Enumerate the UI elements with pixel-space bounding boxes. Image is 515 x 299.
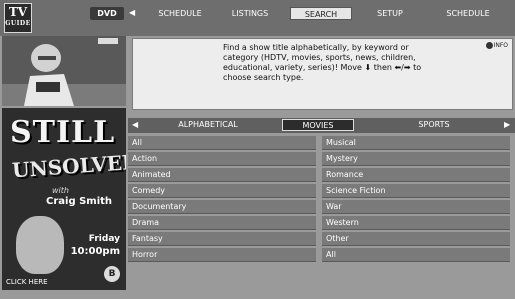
tab-schedule-2[interactable]: SCHEDULE (440, 7, 496, 20)
nav-left-arrow-icon[interactable]: ◀ (129, 8, 135, 17)
tab-search[interactable]: SEARCH (290, 7, 352, 20)
tab-listings[interactable]: LISTINGS (224, 7, 276, 20)
genre-item[interactable]: War (322, 200, 510, 214)
genre-item[interactable]: Action (128, 152, 316, 166)
logo-line-1: TV (8, 5, 28, 19)
genre-item[interactable]: Romance (322, 168, 510, 182)
tab-schedule[interactable]: SCHEDULE (152, 7, 208, 20)
genre-item[interactable]: All (322, 248, 510, 262)
genre-item[interactable]: Drama (128, 216, 316, 230)
category-left-arrow-icon[interactable]: ◀ (132, 120, 138, 129)
promo-title-line-1: STILL (10, 115, 116, 150)
top-navigation-bar: TV GUIDE DVD ◀ SCHEDULE LISTINGS SEARCH … (0, 0, 515, 36)
genre-item[interactable]: Horror (128, 248, 316, 262)
tv-guide-logo: TV GUIDE (4, 3, 32, 33)
promo-host-name: Craig Smith (46, 196, 113, 207)
genre-grid: All Action Animated Comedy Documentary D… (128, 136, 515, 296)
search-info-panel: Find a show title alphabetically, by key… (132, 38, 513, 110)
tab-movies[interactable]: MOVIES (282, 119, 354, 131)
promo-ad-still-unsolved[interactable]: STILL UNSOLVED with Craig Smith Friday 1… (2, 108, 126, 290)
football-player-image (2, 36, 126, 106)
genre-item[interactable]: Musical (322, 136, 510, 150)
category-right-arrow-icon[interactable]: ▶ (504, 120, 510, 129)
promo-day: Friday (88, 234, 120, 244)
genre-item[interactable]: Documentary (128, 200, 316, 214)
info-button-icon (485, 42, 493, 49)
promo-title-line-2: UNSOLVED (11, 149, 126, 183)
genre-item[interactable]: Comedy (128, 184, 316, 198)
promo-time: 10:00pm (70, 246, 120, 257)
genre-item[interactable]: Mystery (322, 152, 510, 166)
genre-item[interactable]: Western (322, 216, 510, 230)
tab-sports[interactable]: SPORTS (404, 119, 464, 131)
info-button[interactable]: INFO (485, 42, 508, 49)
genre-item[interactable]: Science Fiction (322, 184, 510, 198)
genre-item[interactable]: Other (322, 232, 510, 246)
genre-item[interactable]: All (128, 136, 316, 150)
info-button-label: INFO (493, 42, 508, 49)
source-dvd-button[interactable]: DVD (90, 7, 124, 20)
network-badge-icon: B (104, 266, 120, 282)
search-instructions-text: Find a show title alphabetically, by key… (223, 43, 422, 82)
genre-item[interactable]: Animated (128, 168, 316, 182)
tab-alphabetical[interactable]: ALPHABETICAL (168, 119, 248, 131)
logo-line-2: GUIDE (5, 20, 31, 27)
click-here-label[interactable]: CLICK HERE (6, 278, 48, 286)
tab-setup[interactable]: SETUP (370, 7, 410, 20)
host-portrait-image (16, 216, 64, 274)
genre-item[interactable]: Fantasy (128, 232, 316, 246)
promo-with-label: with (52, 186, 69, 195)
search-type-bar: ◀ ALPHABETICAL MOVIES SPORTS ▶ (128, 118, 515, 133)
live-video-thumbnail[interactable] (2, 36, 126, 106)
